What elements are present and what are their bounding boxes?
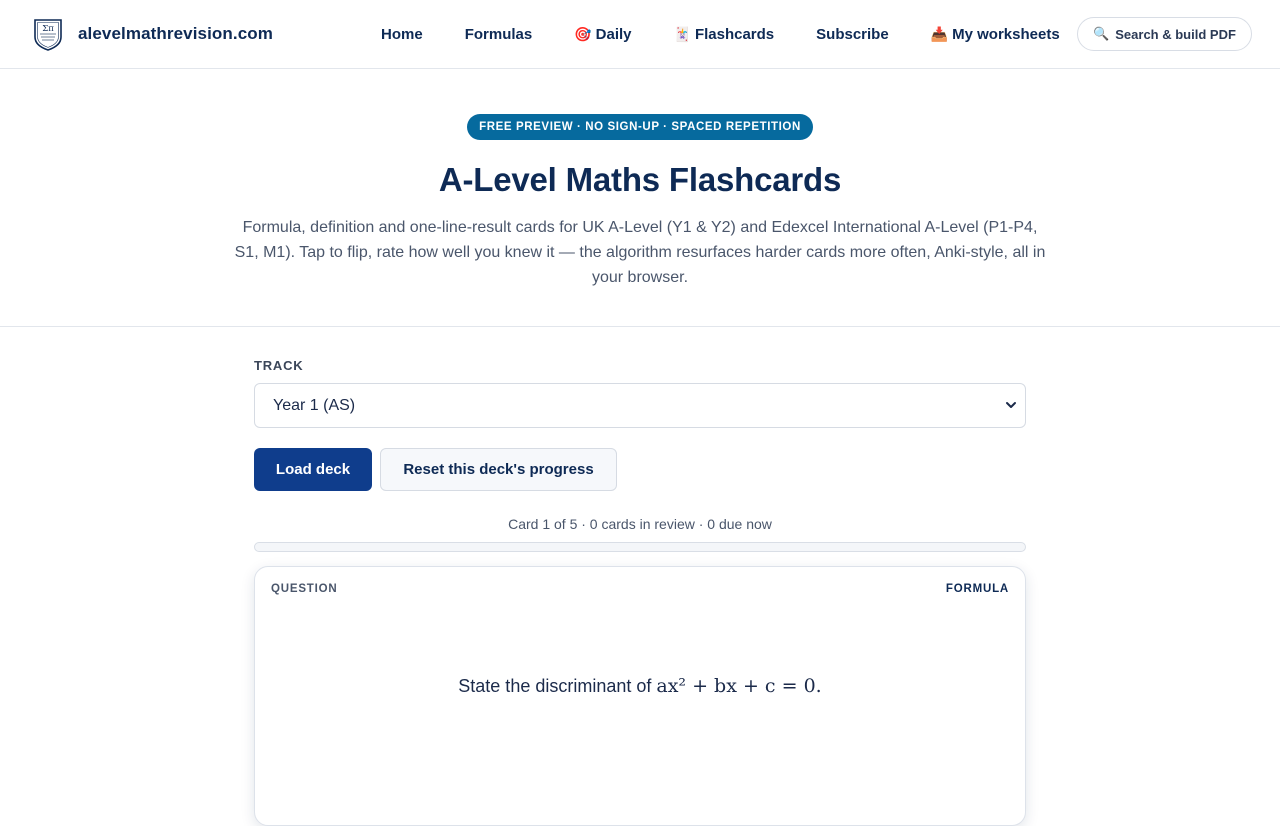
brand-name: alevelmathrevision.com	[78, 24, 273, 43]
card-question-math: ax² + bx + c = 0.	[656, 675, 822, 697]
search-build-pdf-button[interactable]: 🔍 Search & build PDF	[1077, 17, 1252, 51]
nav-formulas-link[interactable]: Formulas	[444, 26, 554, 43]
inbox-tray-icon: 📥	[930, 26, 949, 42]
page-description: Formula, definition and one-line-result …	[234, 219, 1046, 286]
nav-subscribe-link[interactable]: Subscribe	[795, 26, 910, 43]
card-side-label: QUESTION	[271, 583, 338, 595]
nav-daily-label: Daily	[595, 25, 632, 43]
nav-home-link[interactable]: Home	[360, 26, 444, 43]
card-type-label: FORMULA	[945, 583, 1009, 595]
deck-status: Card 1 of 5 · 0 cards in review · 0 due …	[508, 516, 772, 532]
nav-my-worksheets-label: My worksheets	[952, 25, 1060, 43]
nav-flashcards-link[interactable]: 🃏 Flashcards	[653, 26, 796, 43]
card-question-text: State the discriminant of	[458, 676, 657, 696]
nav-my-worksheets-link[interactable]: 📥 My worksheets	[910, 26, 1081, 43]
search-build-pdf-label: Search & build PDF	[1115, 26, 1236, 42]
brand-link[interactable]: Σπ alevelmathrevision.com	[32, 16, 273, 52]
deck-progress-bar	[254, 542, 1026, 552]
page-title: A-Level Maths Flashcards	[438, 161, 842, 198]
target-icon: 🎯	[574, 26, 592, 42]
preview-badge: FREE PREVIEW · NO SIGN-UP · SPACED REPET…	[467, 114, 813, 140]
playing-card-icon: 🃏	[673, 26, 691, 42]
nav-flashcards-label: Flashcards	[694, 25, 775, 43]
nav-formulas-label: Formulas	[464, 25, 533, 43]
load-deck-button[interactable]: Load deck	[254, 448, 372, 491]
svg-text:Σπ: Σπ	[42, 24, 54, 34]
nav-subscribe-label: Subscribe	[816, 25, 889, 43]
track-label: TRACK	[254, 358, 304, 373]
card-question: State the discriminant of ax² + bx + c =…	[255, 675, 1025, 697]
hero-section: FREE PREVIEW · NO SIGN-UP · SPACED REPET…	[0, 69, 1280, 327]
track-selected-value: Year 1 (AS)	[273, 396, 356, 414]
flashcard[interactable]: QUESTION FORMULA State the discriminant …	[254, 566, 1026, 826]
magnifier-icon: 🔍	[1093, 26, 1110, 41]
chevron-down-icon	[1006, 402, 1016, 408]
sigma-pi-shield-icon: Σπ	[34, 19, 62, 51]
main-nav: Home Formulas 🎯 Daily 🃏 Flashcards Subsc…	[360, 0, 1081, 68]
nav-daily-link[interactable]: 🎯 Daily	[553, 26, 652, 43]
nav-home-label: Home	[381, 25, 423, 43]
track-select[interactable]: Year 1 (AS)	[254, 383, 1026, 428]
site-header: Σπ alevelmathrevision.com Home Formulas …	[0, 0, 1280, 69]
reset-progress-button[interactable]: Reset this deck's progress	[380, 448, 617, 491]
